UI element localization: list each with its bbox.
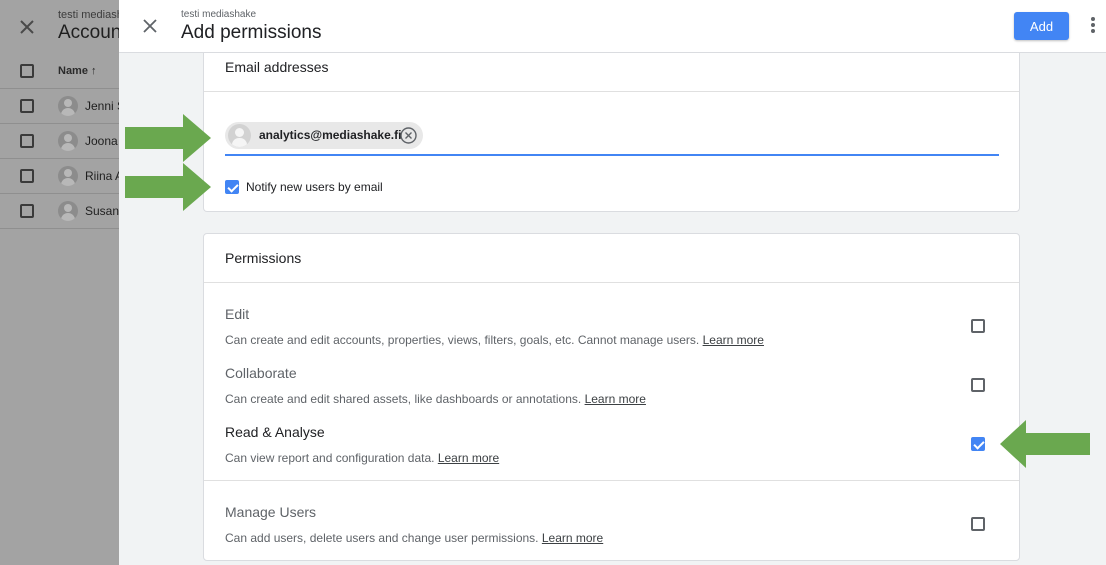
user-name: Susan (85, 204, 120, 218)
row-checkbox[interactable] (20, 99, 34, 113)
divider (204, 91, 1019, 92)
user-name: Riina A (85, 169, 124, 183)
edit-permission-checkbox[interactable] (971, 319, 985, 333)
email-addresses-heading: Email addresses (225, 59, 329, 75)
permission-title: Manage Users (225, 504, 317, 520)
user-name: Joona (85, 134, 118, 148)
avatar (58, 201, 78, 221)
chip-email-text: analytics@mediashake.fi (259, 128, 402, 142)
panel-header: testi mediashake Add permissions Add (119, 0, 1106, 53)
read-analyse-permission-checkbox[interactable] (971, 437, 985, 451)
permission-description: Can create and edit shared assets, like … (225, 392, 646, 406)
permission-description: Can add users, delete users and change u… (225, 531, 603, 545)
avatar (58, 166, 78, 186)
avatar (58, 96, 78, 116)
add-permissions-panel: Email addresses analytics@mediashake.fi … (119, 0, 1106, 565)
permission-description-text: Can create and edit accounts, properties… (225, 333, 700, 347)
select-all-checkbox[interactable] (20, 64, 34, 78)
permission-title: Collaborate (225, 365, 297, 381)
table-header-row: Name ↑ (0, 54, 119, 89)
avatar (58, 131, 78, 151)
annotation-arrow-left-icon (1000, 420, 1090, 468)
annotation-arrow-right-icon (125, 163, 211, 211)
row-checkbox[interactable] (20, 169, 34, 183)
name-column-header[interactable]: Name ↑ (58, 65, 97, 77)
permissions-card: Permissions Edit Can create and edit acc… (203, 233, 1020, 561)
notify-by-email-label[interactable]: Notify new users by email (246, 180, 383, 194)
manage-users-permission-checkbox[interactable] (971, 517, 985, 531)
notify-by-email-checkbox[interactable] (225, 180, 239, 194)
learn-more-link[interactable]: Learn more (585, 392, 646, 406)
row-checkbox[interactable] (20, 204, 34, 218)
add-button[interactable]: Add (1014, 12, 1069, 40)
table-row[interactable]: Jenni S (0, 89, 125, 124)
collaborate-permission-checkbox[interactable] (971, 378, 985, 392)
panel-title: Add permissions (181, 22, 322, 43)
email-chip[interactable]: analytics@mediashake.fi (225, 122, 423, 149)
annotation-arrow-right-icon (125, 114, 211, 162)
table-row[interactable]: Susan (0, 194, 119, 229)
table-row[interactable]: Riina A (0, 159, 123, 194)
permission-description: Can view report and configuration data. … (225, 451, 499, 465)
permission-title: Edit (225, 306, 250, 322)
person-icon (228, 124, 251, 147)
permissions-heading: Permissions (225, 250, 302, 266)
permission-description-text: Can create and edit shared assets, like … (225, 392, 582, 406)
more-vert-icon[interactable] (1087, 17, 1099, 37)
learn-more-link[interactable]: Learn more (542, 531, 603, 545)
remove-chip-icon[interactable] (399, 126, 418, 145)
email-addresses-card: Email addresses analytics@mediashake.fi … (203, 40, 1020, 212)
learn-more-link[interactable]: Learn more (438, 451, 499, 465)
close-icon[interactable] (18, 18, 36, 36)
permission-description-text: Can add users, delete users and change u… (225, 531, 539, 545)
divider (204, 480, 1019, 481)
close-icon[interactable] (141, 17, 159, 35)
panel-subtitle: testi mediashake (181, 9, 257, 20)
permission-description-text: Can view report and configuration data. (225, 451, 435, 465)
email-input-underline (225, 154, 999, 156)
permission-description: Can create and edit accounts, properties… (225, 333, 764, 347)
learn-more-link[interactable]: Learn more (703, 333, 764, 347)
divider (204, 282, 1019, 283)
table-row[interactable]: Joona (0, 124, 119, 159)
row-checkbox[interactable] (20, 134, 34, 148)
permission-title: Read & Analyse (225, 424, 325, 440)
